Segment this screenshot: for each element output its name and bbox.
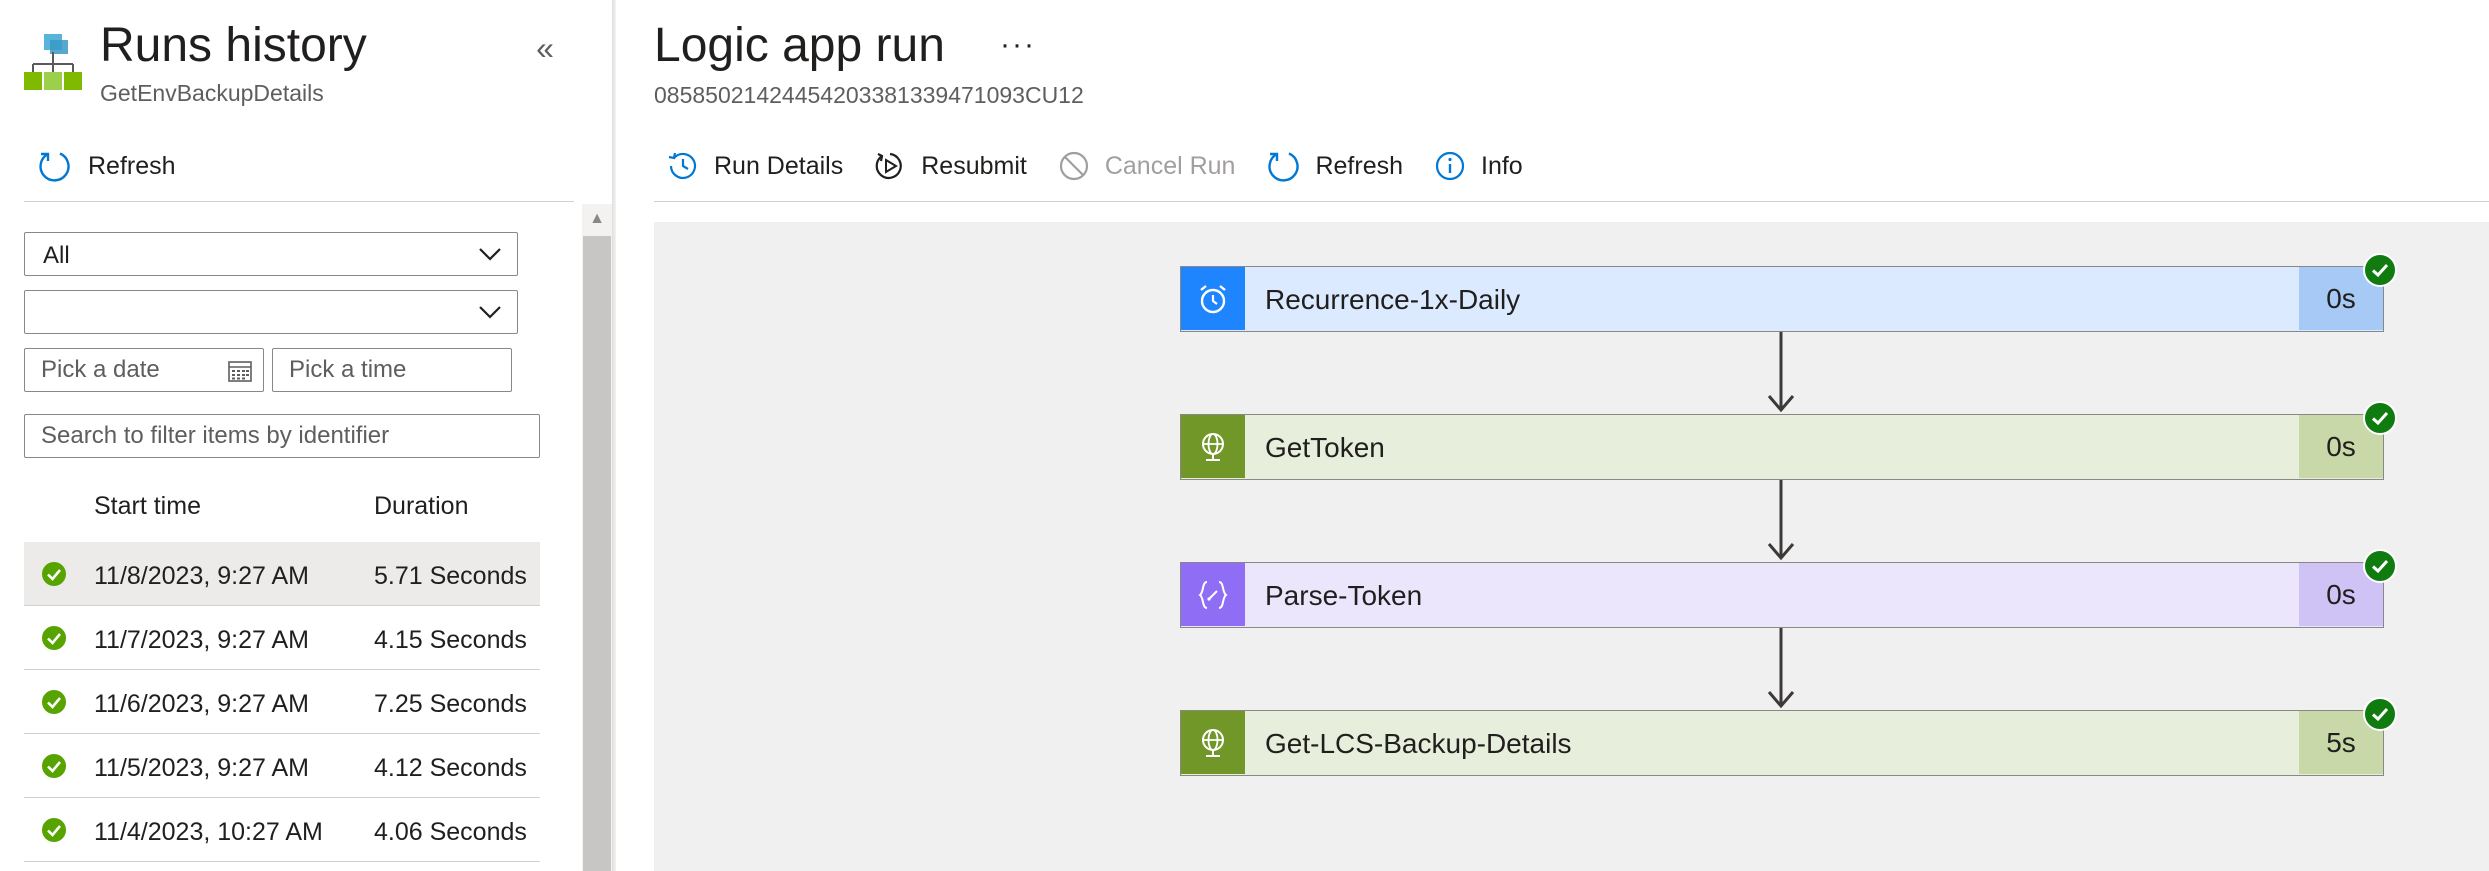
column-header-start-time[interactable]: Start time bbox=[94, 492, 201, 521]
logic-app-icon bbox=[24, 34, 82, 90]
success-check-icon bbox=[2363, 697, 2397, 731]
time-input[interactable] bbox=[273, 349, 511, 391]
step-recurrence[interactable]: Recurrence-1x-Daily 0s bbox=[1180, 253, 2397, 332]
info-label: Info bbox=[1481, 151, 1523, 180]
run-details-label: Run Details bbox=[714, 151, 844, 180]
success-check-icon bbox=[2363, 549, 2397, 583]
success-check-icon bbox=[42, 562, 66, 586]
chevron-down-icon bbox=[479, 306, 501, 319]
flow-arrow-icon bbox=[1767, 628, 1795, 709]
step-name: GetToken bbox=[1265, 432, 1385, 463]
logic-app-run-title: Logic app run bbox=[654, 19, 945, 72]
refresh-label: Refresh bbox=[88, 151, 176, 180]
secondary-filter-dropdown[interactable] bbox=[24, 290, 518, 334]
step-name: Recurrence-1x-Daily bbox=[1265, 284, 1521, 315]
refresh-icon bbox=[1268, 152, 1300, 182]
cancel-icon bbox=[1059, 151, 1088, 181]
step-icon-box bbox=[1181, 711, 1245, 774]
globe-icon bbox=[1202, 432, 1224, 461]
run-refresh-label: Refresh bbox=[1315, 151, 1404, 180]
step-get-lcs-backup-details[interactable]: Get-LCS-Backup-Details 5s bbox=[1180, 697, 2397, 776]
run-id: 08585021424454203381339471093CU12 bbox=[654, 82, 1084, 108]
runs-history-title: Runs history bbox=[100, 19, 367, 72]
status-filter-value: All bbox=[43, 242, 70, 269]
pane-divider bbox=[612, 0, 616, 871]
run-row[interactable]: 11/5/2023, 9:27 AM 4.12 Seconds bbox=[24, 734, 540, 798]
left-divider bbox=[24, 201, 574, 202]
column-header-duration[interactable]: Duration bbox=[374, 492, 469, 521]
history-icon bbox=[668, 152, 697, 180]
success-check-icon bbox=[42, 754, 66, 778]
run-start-time: 11/6/2023, 9:27 AM bbox=[94, 690, 309, 718]
success-check-icon bbox=[2363, 253, 2397, 287]
search-input[interactable] bbox=[25, 415, 539, 457]
step-name: Parse-Token bbox=[1265, 580, 1423, 611]
run-refresh-button[interactable]: Refresh bbox=[1265, 148, 1403, 184]
runs-list: 11/8/2023, 9:27 AM 5.71 Seconds 11/7/202… bbox=[24, 542, 540, 862]
run-row[interactable]: 11/8/2023, 9:27 AM 5.71 Seconds bbox=[24, 542, 540, 606]
run-start-time: 11/4/2023, 10:27 AM bbox=[94, 818, 323, 846]
step-icon-box bbox=[1181, 415, 1245, 478]
scroll-thumb[interactable] bbox=[583, 236, 611, 871]
json-braces-icon bbox=[1198, 580, 1228, 609]
run-duration: 4.06 Seconds bbox=[374, 818, 527, 846]
success-check-icon bbox=[2363, 401, 2397, 435]
run-duration: 4.12 Seconds bbox=[374, 754, 527, 782]
date-picker[interactable] bbox=[24, 348, 264, 392]
resubmit-icon bbox=[875, 152, 903, 180]
success-check-icon bbox=[42, 690, 66, 714]
run-row[interactable]: 11/6/2023, 9:27 AM 7.25 Seconds bbox=[24, 670, 540, 734]
run-start-time: 11/8/2023, 9:27 AM bbox=[94, 562, 309, 590]
collapse-pane-button[interactable]: « bbox=[530, 28, 560, 68]
cancel-run-button[interactable]: Cancel Run bbox=[1057, 149, 1236, 183]
run-duration: 5.71 Seconds bbox=[374, 562, 527, 590]
more-options-button[interactable]: ··· bbox=[1000, 28, 1036, 62]
run-duration: 4.15 Seconds bbox=[374, 626, 527, 654]
resubmit-label: Resubmit bbox=[921, 151, 1027, 180]
run-row[interactable]: 11/4/2023, 10:27 AM 4.06 Seconds bbox=[24, 798, 540, 862]
status-filter-dropdown[interactable]: All bbox=[24, 232, 518, 276]
calendar-icon bbox=[228, 361, 252, 382]
step-name: Get-LCS-Backup-Details bbox=[1265, 728, 1572, 759]
search-filter[interactable] bbox=[24, 414, 540, 458]
run-start-time: 11/5/2023, 9:27 AM bbox=[94, 754, 309, 782]
alarm-clock-icon bbox=[1200, 284, 1226, 313]
step-parse-token[interactable]: Parse-Token 0s bbox=[1180, 549, 2397, 628]
right-divider bbox=[654, 201, 2489, 202]
runs-scrollbar[interactable]: ▲ bbox=[582, 204, 612, 871]
step-get-token[interactable]: GetToken 0s bbox=[1180, 401, 2397, 480]
success-check-icon bbox=[42, 626, 66, 650]
run-toolbar: Run Details Resubmit Cancel Run Refresh … bbox=[666, 144, 1553, 188]
step-icon-box bbox=[1181, 267, 1245, 330]
cancel-run-label: Cancel Run bbox=[1104, 151, 1236, 180]
run-details-button[interactable]: Run Details bbox=[666, 149, 843, 183]
resubmit-button[interactable]: Resubmit bbox=[873, 149, 1027, 183]
run-row[interactable]: 11/7/2023, 9:27 AM 4.15 Seconds bbox=[24, 606, 540, 670]
run-duration: 7.25 Seconds bbox=[374, 690, 527, 718]
chevron-down-icon bbox=[479, 248, 501, 261]
scroll-up-arrow-icon[interactable]: ▲ bbox=[582, 204, 612, 234]
globe-icon bbox=[1202, 728, 1224, 757]
success-check-icon bbox=[42, 818, 66, 842]
info-button[interactable]: Info bbox=[1433, 149, 1523, 183]
run-start-time: 11/7/2023, 9:27 AM bbox=[94, 626, 309, 654]
flow-arrow-icon bbox=[1767, 480, 1795, 561]
time-picker[interactable] bbox=[272, 348, 512, 392]
refresh-icon bbox=[39, 152, 70, 182]
runs-refresh-button[interactable]: Refresh bbox=[36, 144, 176, 188]
step-icon-box bbox=[1181, 563, 1245, 626]
logic-app-name: GetEnvBackupDetails bbox=[100, 80, 324, 106]
runs-history-pane: Runs history GetEnvBackupDetails « Refre… bbox=[0, 0, 612, 871]
flow-arrow-icon bbox=[1767, 332, 1795, 413]
info-icon bbox=[1435, 151, 1465, 181]
